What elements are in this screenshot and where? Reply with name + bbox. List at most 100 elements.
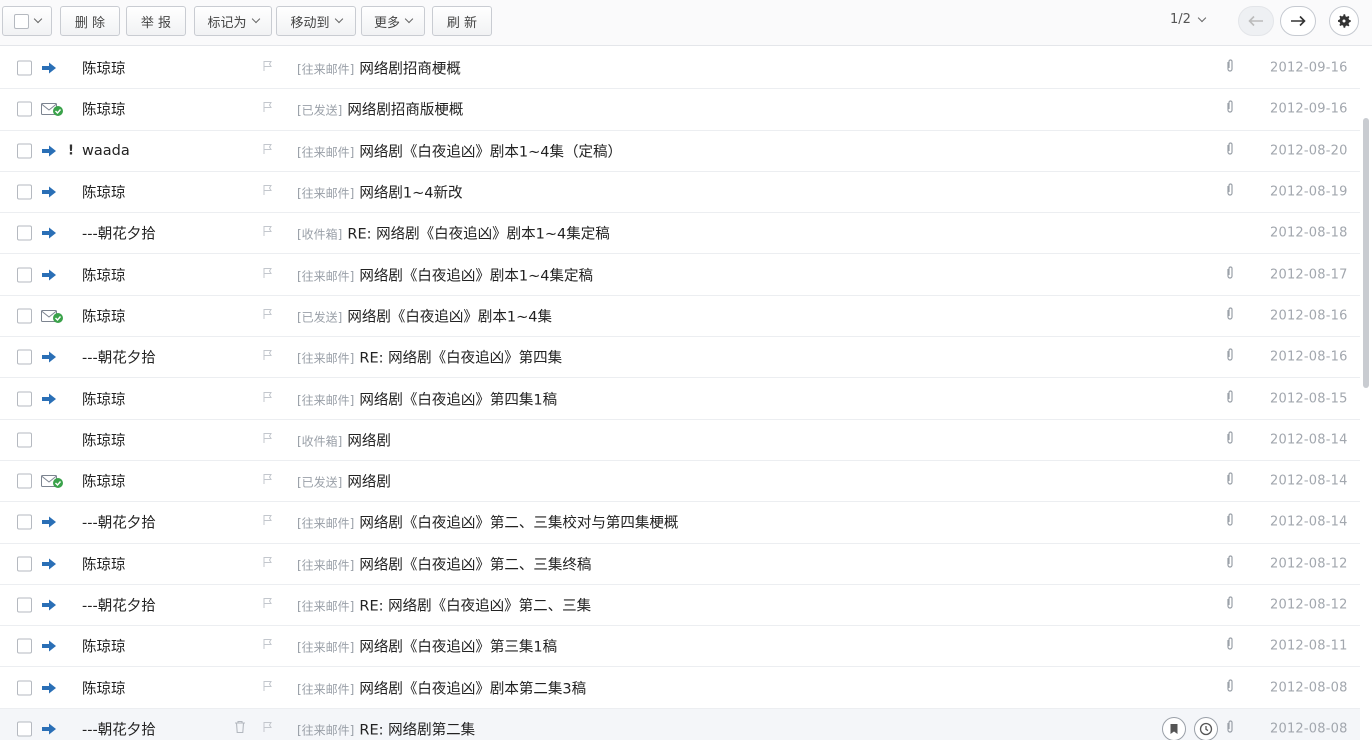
email-row[interactable]: 陈琼琼 [已发送] 网络剧 2012-08-14 <box>0 461 1360 503</box>
email-subject[interactable]: [已发送] 网络剧《白夜追凶》剧本1~4集 <box>297 305 552 326</box>
row-checkbox[interactable] <box>17 514 32 530</box>
email-subject[interactable]: [往来邮件] RE: 网络剧《白夜追凶》第二、三集 <box>297 595 591 616</box>
email-row[interactable]: 陈琼琼 [往来邮件] 网络剧《白夜追凶》第三集1稿 2012-08-11 <box>0 626 1360 668</box>
select-all-checkbox[interactable] <box>13 13 29 29</box>
email-subject[interactable]: [往来邮件] 网络剧《白夜追凶》第四集1稿 <box>297 388 557 409</box>
email-subject[interactable]: [收件箱] 网络剧 <box>297 429 391 450</box>
prev-page-button[interactable] <box>1238 6 1274 36</box>
row-checkbox[interactable] <box>17 391 32 407</box>
row-checkbox[interactable] <box>17 101 32 117</box>
select-all-dropdown[interactable] <box>2 6 52 36</box>
flag-icon[interactable] <box>262 680 274 696</box>
row-checkbox[interactable] <box>17 184 32 200</box>
flag-icon[interactable] <box>262 473 274 489</box>
flag-icon[interactable] <box>262 721 274 737</box>
row-checkbox[interactable] <box>17 60 32 76</box>
flag-icon[interactable] <box>262 432 274 448</box>
email-row[interactable]: 陈琼琼 [往来邮件] 网络剧《白夜追凶》剧本第二集3稿 2012-08-08 <box>0 667 1360 709</box>
email-row[interactable]: ! waada [往来邮件] 网络剧《白夜追凶》剧本1~4集（定稿） 2012-08-2… <box>0 131 1360 172</box>
email-row[interactable]: 陈琼琼 [往来邮件] 网络剧招商梗概 2012-09-16 <box>0 48 1360 90</box>
email-subject[interactable]: [往来邮件] 网络剧《白夜追凶》第三集1稿 <box>297 636 557 657</box>
sent-envelope-icon <box>41 102 65 117</box>
email-subject[interactable]: [往来邮件] 网络剧招商梗概 <box>297 58 461 79</box>
row-checkbox[interactable] <box>17 721 32 737</box>
remind-button[interactable] <box>1194 716 1218 740</box>
trash-icon[interactable] <box>234 720 246 737</box>
row-checkbox[interactable] <box>17 308 32 324</box>
row-checkbox[interactable] <box>17 597 32 613</box>
flag-icon[interactable] <box>262 514 274 530</box>
delete-button[interactable]: 删 除 <box>60 6 120 36</box>
email-row[interactable]: 陈琼琼 [往来邮件] 网络剧1~4新改 2012-08-19 <box>0 172 1360 214</box>
flag-icon[interactable] <box>262 184 274 200</box>
email-subject[interactable]: [往来邮件] 网络剧《白夜追凶》第二、三集终稿 <box>297 553 591 574</box>
flag-icon[interactable] <box>262 101 274 117</box>
email-row[interactable]: ---朝花夕拾 [往来邮件] RE: 网络剧第二集 2012-08-08 <box>0 708 1360 740</box>
chevron-down-icon <box>404 14 414 24</box>
flag-icon[interactable] <box>262 60 274 76</box>
email-row[interactable]: ---朝花夕拾 [往来邮件] 网络剧《白夜追凶》第二、三集校对与第四集梗概 2012-… <box>0 502 1360 544</box>
row-checkbox[interactable] <box>17 473 32 489</box>
row-checkbox[interactable] <box>17 267 32 283</box>
email-subject[interactable]: [往来邮件] 网络剧1~4新改 <box>297 182 462 203</box>
scrollbar-thumb[interactable] <box>1363 118 1369 388</box>
email-row[interactable]: ---朝花夕拾 [收件箱] RE: 网络剧《白夜追凶》剧本1~4集定稿 2012-08… <box>0 213 1360 255</box>
email-subject[interactable]: [往来邮件] RE: 网络剧《白夜追凶》第四集 <box>297 347 562 368</box>
email-row[interactable]: 陈琼琼 [往来邮件] 网络剧《白夜追凶》第四集1稿 2012-08-15 <box>0 378 1360 420</box>
flag-icon[interactable] <box>262 556 274 572</box>
refresh-button[interactable]: 刷 新 <box>432 6 492 36</box>
flag-icon[interactable] <box>262 308 274 324</box>
flag-icon[interactable] <box>262 143 274 159</box>
page-selector[interactable]: 1/2 <box>1170 12 1207 27</box>
gear-icon <box>1338 14 1351 28</box>
email-date: 2012-08-14 <box>1270 473 1348 489</box>
folder-label: [往来邮件] <box>297 558 355 573</box>
email-row[interactable]: 陈琼琼 [收件箱] 网络剧 2012-08-14 <box>0 420 1360 461</box>
folder-label: [往来邮件] <box>297 269 355 284</box>
attachment-icon <box>1226 596 1234 614</box>
row-checkbox[interactable] <box>17 638 32 654</box>
row-checkbox[interactable] <box>17 432 32 448</box>
row-checkbox[interactable] <box>17 349 32 365</box>
email-date: 2012-08-17 <box>1270 267 1348 283</box>
flag-icon[interactable] <box>262 638 274 654</box>
attachment-icon <box>1226 720 1234 738</box>
bookmark-button[interactable] <box>1162 716 1186 740</box>
row-checkbox[interactable] <box>17 680 32 696</box>
subject-text: RE: 网络剧《白夜追凶》剧本1~4集定稿 <box>347 226 610 243</box>
email-row[interactable]: ---朝花夕拾 [往来邮件] RE: 网络剧《白夜追凶》第四集 2012-08-16 <box>0 337 1360 379</box>
email-subject[interactable]: [往来邮件] 网络剧《白夜追凶》剧本第二集3稿 <box>297 677 586 698</box>
email-subject[interactable]: [往来邮件] 网络剧《白夜追凶》剧本1~4集定稿 <box>297 264 593 285</box>
settings-button[interactable] <box>1329 6 1359 36</box>
email-row[interactable]: 陈琼琼 [往来邮件] 网络剧《白夜追凶》剧本1~4集定稿 2012-08-17 <box>0 254 1360 296</box>
report-button[interactable]: 举 报 <box>126 6 186 36</box>
email-subject[interactable]: [收件箱] RE: 网络剧《白夜追凶》剧本1~4集定稿 <box>297 223 610 244</box>
row-checkbox[interactable] <box>17 225 32 241</box>
row-checkbox[interactable] <box>17 556 32 572</box>
flag-icon[interactable] <box>262 225 274 241</box>
email-subject[interactable]: [已发送] 网络剧招商版梗概 <box>297 99 463 120</box>
email-subject[interactable]: [往来邮件] 网络剧《白夜追凶》第二、三集校对与第四集梗概 <box>297 512 678 533</box>
next-page-button[interactable] <box>1280 6 1316 36</box>
email-subject[interactable]: [往来邮件] 网络剧《白夜追凶》剧本1~4集（定稿） <box>297 140 622 161</box>
more-dropdown[interactable]: 更多 <box>361 6 425 36</box>
email-subject[interactable]: [往来邮件] RE: 网络剧第二集 <box>297 718 475 739</box>
flag-icon[interactable] <box>262 349 274 365</box>
attachment-icon <box>1226 100 1234 118</box>
forward-arrow-icon <box>41 351 57 363</box>
sender-name: 陈琼琼 <box>82 474 126 491</box>
email-row[interactable]: 陈琼琼 [已发送] 网络剧招商版梗概 2012-09-16 <box>0 89 1360 131</box>
flag-icon[interactable] <box>262 597 274 613</box>
move-to-dropdown[interactable]: 移动到 <box>276 6 356 36</box>
flag-icon[interactable] <box>262 391 274 407</box>
mark-as-dropdown[interactable]: 标记为 <box>194 6 272 36</box>
email-row[interactable]: ---朝花夕拾 [往来邮件] RE: 网络剧《白夜追凶》第二、三集 2012-08-1… <box>0 585 1360 627</box>
sender-name: 陈琼琼 <box>82 639 126 656</box>
email-row[interactable]: 陈琼琼 [已发送] 网络剧《白夜追凶》剧本1~4集 2012-08-16 <box>0 296 1360 338</box>
email-row[interactable]: 陈琼琼 [往来邮件] 网络剧《白夜追凶》第二、三集终稿 2012-08-12 <box>0 544 1360 585</box>
row-checkbox[interactable] <box>17 143 32 159</box>
attachment-icon <box>1226 637 1234 655</box>
subject-text: 网络剧《白夜追凶》第三集1稿 <box>359 639 558 656</box>
email-subject[interactable]: [已发送] 网络剧 <box>297 471 391 492</box>
flag-icon[interactable] <box>262 267 274 283</box>
